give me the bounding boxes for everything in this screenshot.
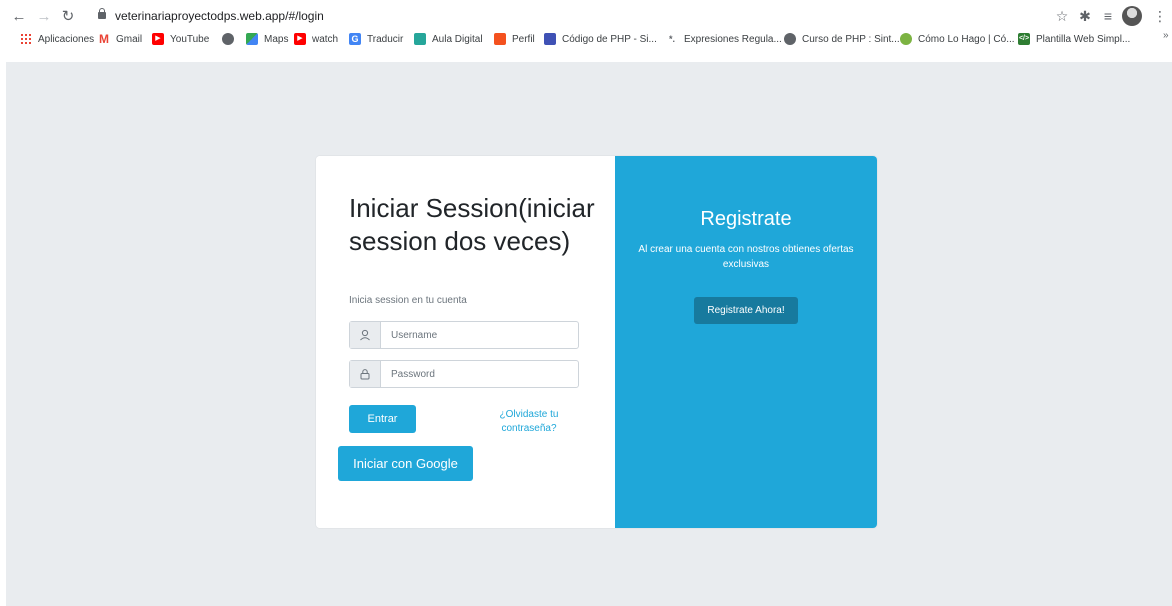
username-input[interactable]: [381, 322, 578, 348]
regex-icon: *.: [668, 34, 675, 44]
submit-button[interactable]: Entrar: [349, 405, 416, 433]
bookmark-label: Perfil: [512, 33, 535, 45]
bookmark-gmail[interactable]: M Gmail: [98, 30, 142, 48]
lock-icon: [98, 8, 106, 19]
browser-toolbar: ← → ↻ veterinariaproyectodps.web.app/#/l…: [0, 0, 1172, 30]
bookmark-watch[interactable]: ▶ watch: [294, 30, 338, 48]
password-group: [349, 360, 579, 388]
php-icon: [544, 33, 556, 45]
aula-digital-icon: [414, 33, 426, 45]
page-background: Iniciar Session(iniciar session dos vece…: [6, 62, 1172, 606]
menu-icon[interactable]: ⋮: [1152, 8, 1168, 24]
register-panel: Registrate Al crear una cuenta con nostr…: [615, 156, 877, 528]
reading-list-icon[interactable]: ≡: [1100, 8, 1116, 24]
bookmark-traducir[interactable]: G Traducir: [349, 30, 403, 48]
template-icon: </>: [1018, 33, 1030, 45]
url-text: veterinariaproyectodps.web.app/#/login: [115, 9, 324, 23]
bookmark-globe[interactable]: [222, 30, 240, 48]
bookmark-aplicaciones[interactable]: Aplicaciones: [20, 30, 94, 48]
globe-icon: [222, 33, 234, 45]
username-group: [349, 321, 579, 349]
extensions-icon[interactable]: ✱: [1077, 8, 1093, 24]
translate-icon: G: [349, 33, 361, 45]
bookmark-como-lo-hago[interactable]: Cómo Lo Hago | Có...: [900, 30, 1015, 48]
bookmark-aula-digital[interactable]: Aula Digital: [414, 30, 483, 48]
login-card: Iniciar Session(iniciar session dos vece…: [316, 156, 877, 528]
login-subtitle: Inicia session en tu cuenta: [349, 295, 467, 306]
forward-icon[interactable]: →: [36, 9, 52, 25]
bookmark-curso-php[interactable]: Curso de PHP : Sint...: [784, 30, 900, 48]
login-panel: Iniciar Session(iniciar session dos vece…: [316, 156, 615, 528]
bookmark-label: Código de PHP - Si...: [562, 33, 657, 45]
forgot-password-link[interactable]: ¿Olvidaste tu contraseña?: [484, 408, 574, 436]
register-button[interactable]: Registrate Ahora!: [694, 297, 798, 324]
bookmark-label: Plantilla Web Simpl...: [1036, 33, 1131, 45]
password-input[interactable]: [381, 361, 578, 387]
bookmark-youtube[interactable]: ▶ YouTube: [152, 30, 209, 48]
lock-icon: [350, 361, 381, 387]
google-login-button[interactable]: Iniciar con Google: [338, 446, 473, 481]
howto-icon: [900, 33, 912, 45]
apps-grid-icon: [20, 33, 32, 45]
globe-icon: [784, 33, 796, 45]
maps-icon: [246, 33, 258, 45]
bookmark-expresiones[interactable]: *. Expresiones Regula...: [666, 30, 782, 48]
register-title: Registrate: [700, 208, 792, 230]
gmail-icon: M: [99, 32, 109, 46]
profile-icon: [494, 33, 506, 45]
bookmark-label: Aula Digital: [432, 33, 483, 45]
bookmark-perfil[interactable]: Perfil: [494, 30, 535, 48]
register-description: Al crear una cuenta con nostros obtienes…: [638, 244, 854, 270]
bookmark-maps[interactable]: Maps: [246, 30, 288, 48]
bookmark-label: watch: [312, 33, 339, 45]
bookmark-label: Traducir: [367, 33, 404, 45]
bookmarks-overflow-icon[interactable]: »: [1163, 30, 1169, 41]
bookmark-label: Gmail: [116, 33, 143, 45]
profile-avatar[interactable]: [1122, 6, 1142, 26]
bookmark-label: Cómo Lo Hago | Có...: [918, 33, 1015, 45]
address-bar[interactable]: veterinariaproyectodps.web.app/#/login: [84, 8, 1100, 28]
bookmark-label: Aplicaciones: [38, 33, 95, 45]
reload-icon[interactable]: ↻: [60, 9, 76, 25]
bookmark-label: Expresiones Regula...: [684, 33, 782, 45]
youtube-icon: ▶: [152, 33, 164, 45]
bookmarks-bar: Aplicaciones M Gmail ▶ YouTube Maps ▶ wa…: [0, 30, 1172, 62]
bookmark-label: YouTube: [170, 33, 210, 45]
login-title: Iniciar Session(iniciar session dos vece…: [349, 193, 595, 256]
bookmark-plantilla[interactable]: </> Plantilla Web Simpl...: [1018, 30, 1130, 48]
user-icon: [350, 322, 381, 348]
back-icon[interactable]: ←: [11, 9, 27, 25]
bookmark-label: Maps: [264, 33, 289, 45]
bookmark-codigo-php[interactable]: Código de PHP - Si...: [544, 30, 657, 48]
star-icon[interactable]: ☆: [1054, 8, 1070, 24]
bookmark-label: Curso de PHP : Sint...: [802, 33, 900, 45]
youtube-icon: ▶: [294, 33, 306, 45]
